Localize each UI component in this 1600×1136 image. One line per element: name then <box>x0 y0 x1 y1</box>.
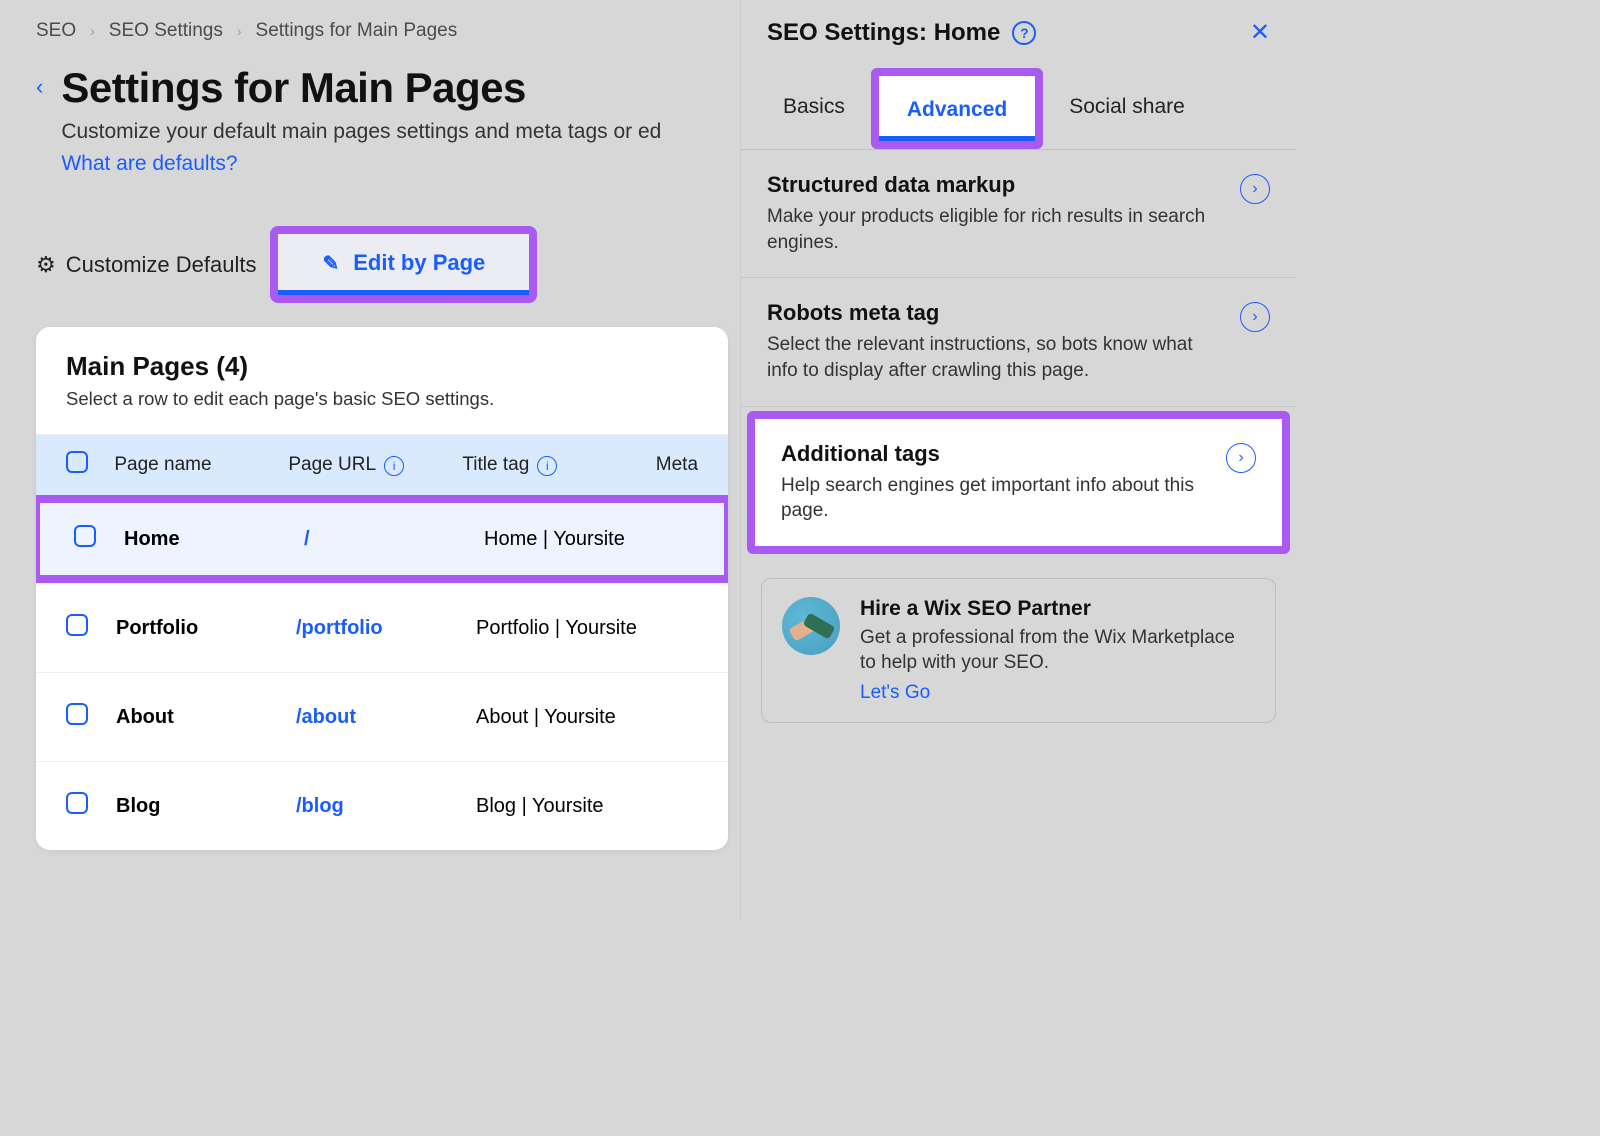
tab-edit-label: Edit by Page <box>353 250 485 276</box>
chevron-right-icon[interactable]: › <box>1240 174 1270 204</box>
col-page-name: Page name <box>114 454 288 476</box>
row-checkbox[interactable] <box>66 614 88 636</box>
select-all-checkbox[interactable] <box>66 451 88 473</box>
page-title: Settings for Main Pages <box>61 64 661 112</box>
back-arrow-icon[interactable]: ‹ <box>36 74 43 100</box>
row-url[interactable]: /portfolio <box>296 617 476 640</box>
pencil-icon: ✎ <box>322 251 339 276</box>
row-checkbox[interactable] <box>66 792 88 814</box>
row-name: Portfolio <box>116 617 296 640</box>
table-row[interactable]: Home / Home | Yoursite <box>36 495 728 583</box>
info-icon[interactable]: i <box>384 456 404 476</box>
handshake-icon <box>782 597 840 655</box>
row-url[interactable]: /about <box>296 706 476 729</box>
col-title-tag: Title tagi <box>462 454 655 476</box>
promo-card: Hire a Wix SEO Partner Get a professiona… <box>761 578 1276 723</box>
col-page-url: Page URLi <box>288 454 462 476</box>
tab-customize-label: Customize Defaults <box>66 252 257 278</box>
chevron-right-icon[interactable]: › <box>1240 302 1270 332</box>
row-name: About <box>116 706 296 729</box>
panel-tab-basics[interactable]: Basics <box>757 65 871 149</box>
section-title: Robots meta tag <box>767 300 1226 326</box>
defaults-link[interactable]: What are defaults? <box>61 152 661 176</box>
row-checkbox[interactable] <box>66 703 88 725</box>
row-url[interactable]: /blog <box>296 795 476 818</box>
row-url[interactable]: / <box>304 528 484 551</box>
section-desc: Select the relevant instructions, so bot… <box>767 332 1226 383</box>
row-title: Blog | Yoursite <box>476 795 676 818</box>
crumb-seo-settings[interactable]: SEO Settings <box>109 20 223 42</box>
panel-tabs: Basics Advanced Social share <box>741 65 1296 150</box>
chevron-right-icon: › <box>90 23 95 39</box>
table-header-row: Page name Page URLi Title tagi Meta <box>36 434 728 495</box>
promo-link[interactable]: Let's Go <box>860 682 930 704</box>
info-icon[interactable]: i <box>537 456 557 476</box>
crumb-seo[interactable]: SEO <box>36 20 76 42</box>
tab-customize-defaults[interactable]: ⚙ Customize Defaults <box>36 244 256 286</box>
page-subtitle: Customize your default main pages settin… <box>61 120 661 144</box>
section-title: Structured data markup <box>767 172 1226 198</box>
tab-edit-by-page-highlight: ✎ Edit by Page <box>270 226 537 303</box>
table-row[interactable]: About /about About | Yoursite <box>36 672 728 761</box>
section-robots-meta[interactable]: Robots meta tag Select the relevant inst… <box>741 278 1296 406</box>
col-meta: Meta <box>656 454 698 476</box>
promo-title: Hire a Wix SEO Partner <box>860 597 1255 621</box>
panel-tab-social[interactable]: Social share <box>1043 65 1211 149</box>
section-title: Additional tags <box>781 441 1212 467</box>
gear-icon: ⚙ <box>36 252 56 278</box>
table-row[interactable]: Portfolio /portfolio Portfolio | Yoursit… <box>36 583 728 672</box>
crumb-current: Settings for Main Pages <box>256 20 458 42</box>
row-name: Home <box>124 528 304 551</box>
section-desc: Make your products eligible for rich res… <box>767 204 1226 255</box>
section-additional-tags[interactable]: Additional tags Help search engines get … <box>747 411 1290 554</box>
row-title: Portfolio | Yoursite <box>476 617 676 640</box>
section-structured-data[interactable]: Structured data markup Make your product… <box>741 150 1296 278</box>
panel-tab-advanced[interactable]: Advanced <box>879 76 1035 141</box>
panel-tab-advanced-highlight: Advanced <box>871 68 1043 149</box>
section-desc: Help search engines get important info a… <box>781 473 1212 524</box>
help-icon[interactable]: ? <box>1012 21 1036 45</box>
close-icon[interactable]: ✕ <box>1250 18 1270 47</box>
main-pages-table: Main Pages (4) Select a row to edit each… <box>36 327 728 850</box>
table-title: Main Pages (4) <box>66 351 698 382</box>
tab-edit-by-page[interactable]: ✎ Edit by Page <box>278 234 529 295</box>
seo-settings-panel: SEO Settings: Home ? ✕ Basics Advanced S… <box>740 0 1296 920</box>
chevron-right-icon: › <box>237 23 242 39</box>
promo-desc: Get a professional from the Wix Marketpl… <box>860 625 1255 676</box>
row-name: Blog <box>116 795 296 818</box>
row-checkbox[interactable] <box>74 525 96 547</box>
table-subtitle: Select a row to edit each page's basic S… <box>66 388 698 410</box>
row-title: About | Yoursite <box>476 706 676 729</box>
table-row[interactable]: Blog /blog Blog | Yoursite <box>36 761 728 850</box>
panel-title: SEO Settings: Home <box>767 19 1000 47</box>
chevron-right-icon[interactable]: › <box>1226 443 1256 473</box>
row-title: Home | Yoursite <box>484 528 684 551</box>
